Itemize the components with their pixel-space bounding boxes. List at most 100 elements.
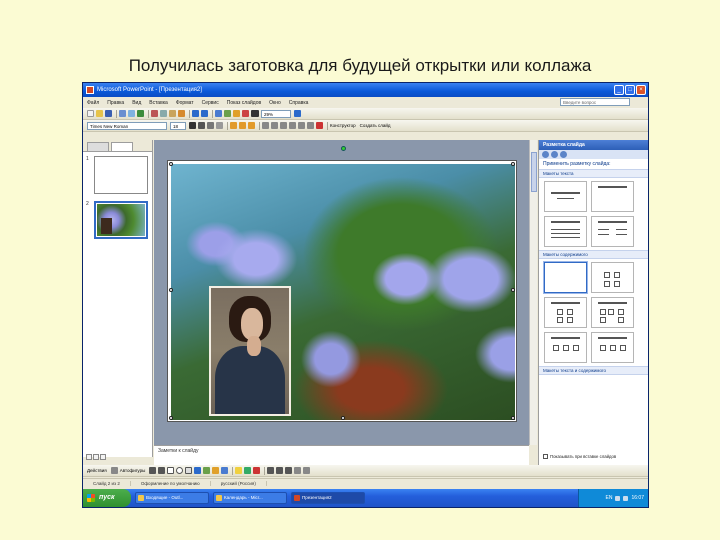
- oval-icon[interactable]: [176, 467, 184, 474]
- tab-slides[interactable]: [111, 142, 133, 151]
- design-button[interactable]: Конструктор: [330, 123, 356, 128]
- underline-icon[interactable]: [207, 122, 214, 129]
- clock[interactable]: 16:07: [631, 495, 644, 501]
- fill-color-icon[interactable]: [235, 467, 243, 474]
- paste-icon[interactable]: [169, 110, 176, 117]
- rectangle-icon[interactable]: [167, 467, 175, 474]
- section-content-layouts[interactable]: Макеты содержимого: [539, 250, 648, 259]
- portrait-photo[interactable]: [209, 286, 291, 416]
- current-slide[interactable]: [167, 160, 517, 422]
- title-bar[interactable]: Microsoft PowerPoint - [Презентация2] _ …: [83, 83, 648, 97]
- font-color-icon[interactable]: [316, 122, 323, 129]
- grayscale-icon[interactable]: [251, 110, 259, 117]
- textbox-icon[interactable]: [185, 467, 193, 474]
- numbering-icon[interactable]: [262, 122, 269, 129]
- format-painter-icon[interactable]: [178, 110, 185, 117]
- align-left-icon[interactable]: [230, 122, 237, 129]
- task-pane-header[interactable]: Разметка слайда: [539, 140, 648, 150]
- increase-font-icon[interactable]: [280, 122, 287, 129]
- resize-handle[interactable]: [169, 288, 173, 292]
- taskbar-button-powerpoint[interactable]: Презентация2: [291, 492, 365, 504]
- line-icon[interactable]: [149, 467, 157, 474]
- insert-diagram-icon[interactable]: [233, 110, 240, 117]
- decrease-font-icon[interactable]: [289, 122, 296, 129]
- resize-handle[interactable]: [511, 162, 515, 166]
- new-slide-button[interactable]: Создать слайд: [360, 123, 391, 128]
- select-arrow-icon[interactable]: [110, 467, 118, 474]
- layout-blank[interactable]: [544, 262, 587, 293]
- arrow-style-icon[interactable]: [285, 467, 293, 474]
- vertical-scrollbar[interactable]: [529, 140, 537, 445]
- align-center-icon[interactable]: [239, 122, 246, 129]
- tab-outline[interactable]: [87, 142, 109, 151]
- menu-insert[interactable]: Вставка: [149, 100, 168, 106]
- autoshapes-menu-button[interactable]: Автофигуры: [120, 468, 146, 473]
- home-icon[interactable]: [560, 151, 567, 158]
- menu-help[interactable]: Справка: [289, 100, 309, 106]
- save-icon[interactable]: [105, 110, 112, 117]
- show-on-insert-checkbox[interactable]: [543, 454, 548, 459]
- layout-two-columns[interactable]: [591, 216, 634, 247]
- language-indicator[interactable]: EN: [606, 495, 613, 501]
- print-icon[interactable]: [119, 110, 126, 117]
- layout-title-two-content[interactable]: [591, 297, 634, 328]
- menu-format[interactable]: Формат: [176, 100, 194, 106]
- normal-view-icon[interactable]: [86, 454, 92, 460]
- menu-edit[interactable]: Правка: [107, 100, 124, 106]
- slideshow-view-icon[interactable]: [100, 454, 106, 460]
- resize-handle[interactable]: [169, 162, 173, 166]
- section-text-content-layouts[interactable]: Макеты текста и содержимого: [539, 366, 648, 375]
- bold-icon[interactable]: [189, 122, 196, 129]
- start-button[interactable]: пуск: [83, 489, 131, 507]
- italic-icon[interactable]: [198, 122, 205, 129]
- shadow-style-icon[interactable]: [294, 467, 302, 474]
- redo-icon[interactable]: [201, 110, 208, 117]
- font-color-icon[interactable]: [253, 467, 261, 474]
- shadow-icon[interactable]: [216, 122, 223, 129]
- resize-handle[interactable]: [511, 416, 515, 420]
- open-folder-icon[interactable]: [96, 110, 103, 117]
- font-size-select[interactable]: 18: [170, 121, 186, 130]
- decrease-indent-icon[interactable]: [298, 122, 305, 129]
- layout-content[interactable]: [591, 262, 634, 293]
- menu-file[interactable]: Файл: [87, 100, 99, 106]
- line-style-icon[interactable]: [267, 467, 275, 474]
- arrow-icon[interactable]: [158, 467, 166, 474]
- align-right-icon[interactable]: [248, 122, 255, 129]
- help-question-input[interactable]: Введите вопрос: [560, 98, 630, 106]
- layout-title-content-2[interactable]: [544, 332, 587, 363]
- zoom-select[interactable]: 29%: [261, 109, 291, 118]
- taskbar-button-calendar[interactable]: Календарь - Micr...: [213, 492, 287, 504]
- diagram-icon[interactable]: [203, 467, 211, 474]
- close-button[interactable]: ×: [636, 85, 646, 95]
- insert-table-icon[interactable]: [224, 110, 231, 117]
- layout-title-only[interactable]: [591, 181, 634, 212]
- sorter-view-icon[interactable]: [93, 454, 99, 460]
- resize-handle[interactable]: [341, 416, 345, 420]
- increase-indent-icon[interactable]: [307, 122, 314, 129]
- dash-style-icon[interactable]: [276, 467, 284, 474]
- preview-icon[interactable]: [128, 110, 135, 117]
- draw-menu-button[interactable]: Действия: [87, 468, 107, 473]
- font-name-select[interactable]: Times New Roman: [87, 121, 167, 130]
- help-icon[interactable]: [294, 110, 301, 117]
- resize-handle[interactable]: [169, 416, 173, 420]
- picture-icon[interactable]: [221, 467, 229, 474]
- menu-tools[interactable]: Сервис: [202, 100, 219, 106]
- menu-view[interactable]: Вид: [132, 100, 141, 106]
- scrollbar-thumb[interactable]: [531, 152, 537, 192]
- layout-title-slide[interactable]: [544, 181, 587, 212]
- menu-slideshow[interactable]: Показ слайдов: [227, 100, 261, 106]
- 3d-style-icon[interactable]: [303, 467, 311, 474]
- resize-handle[interactable]: [511, 288, 515, 292]
- wordart-icon[interactable]: [194, 467, 202, 474]
- undo-icon[interactable]: [192, 110, 199, 117]
- powerpoint-app-icon[interactable]: [86, 86, 94, 94]
- slide-thumbnail-1[interactable]: [94, 156, 148, 194]
- copy-icon[interactable]: [160, 110, 167, 117]
- section-text-layouts[interactable]: Макеты текста: [539, 169, 648, 178]
- forward-arrow-icon[interactable]: [551, 151, 558, 158]
- slide-thumbnail-2[interactable]: [94, 201, 148, 239]
- line-color-icon[interactable]: [244, 467, 252, 474]
- spelling-icon[interactable]: [137, 110, 144, 117]
